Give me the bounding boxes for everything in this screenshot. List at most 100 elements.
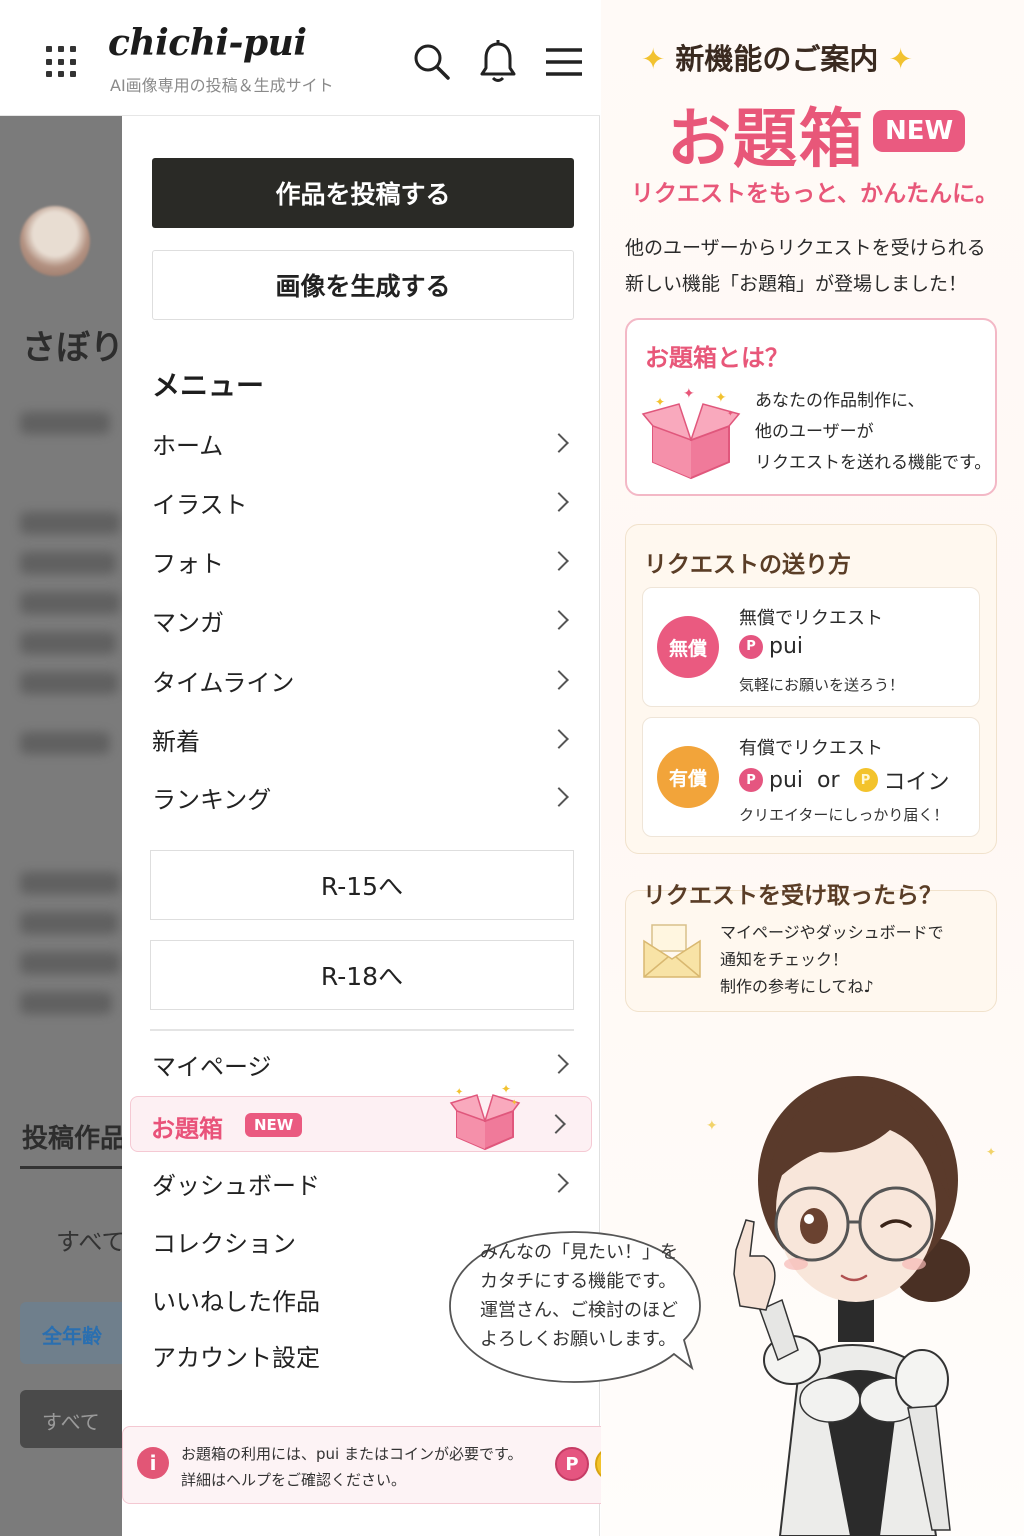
how-to-request-card: リクエストの送り方 無償 無償でリクエスト P pui 気軽にお願いを送ろう！ … — [625, 524, 997, 854]
chevron-right-icon — [546, 1114, 566, 1134]
blurred-text — [20, 912, 118, 934]
feature-description: 他のユーザーからリクエストを受けられる 新しい機能「お題箱」が登場しました！ — [625, 230, 986, 302]
section-underline — [20, 1166, 124, 1169]
notice-line: 詳細はヘルプをご確認ください。 — [181, 1471, 407, 1489]
currency-coin: コイン — [883, 770, 950, 795]
blurred-text — [20, 992, 112, 1014]
new-badge: NEW — [245, 1113, 303, 1137]
site-logo[interactable]: chichi-pui — [108, 22, 307, 64]
menu-item-label: 新着 — [152, 727, 200, 756]
info-icon: i — [137, 1447, 169, 1479]
menu-item-label: ダッシュボード — [152, 1171, 320, 1200]
svg-text:✦: ✦ — [683, 386, 695, 402]
currency-pui: pui — [769, 767, 804, 793]
bubble-line: みんなの「見たい！」を — [480, 1242, 678, 1263]
generate-image-button[interactable]: 画像を生成する — [152, 250, 574, 320]
free-request-note: 気軽にお願いを送ろう！ — [739, 676, 905, 694]
what-is-description: あなたの作品制作に、 他のユーザーが リクエストを送れる機能です。 — [755, 386, 991, 479]
r15-button[interactable]: R-15へ — [150, 850, 574, 920]
background-section-title: 投稿作品 — [22, 1124, 124, 1154]
odai-box-label: お題箱 — [151, 1115, 223, 1143]
post-artwork-button[interactable]: 作品を投稿する — [152, 158, 574, 228]
chevron-right-icon — [549, 492, 569, 512]
blurred-text — [20, 732, 110, 754]
svg-text:✦: ✦ — [706, 1118, 718, 1134]
gift-box-icon: ✦ ✦ ✦ ✦ — [641, 386, 741, 480]
or-text: or — [817, 767, 840, 793]
menu-item-photo[interactable]: フォト — [152, 536, 574, 586]
user-avatar — [20, 206, 90, 276]
site-tagline: AI画像専用の投稿＆生成サイト — [110, 76, 334, 95]
blurred-text — [20, 512, 120, 534]
menu-item-dashboard[interactable]: ダッシュボード — [152, 1158, 574, 1208]
menu-heading: メニュー — [152, 369, 265, 402]
background-tab-all: すべて — [56, 1228, 124, 1256]
menu-item-home[interactable]: ホーム — [152, 418, 574, 468]
search-icon[interactable] — [408, 38, 456, 86]
blurred-text — [20, 672, 118, 694]
sparkle-icon: ✦ — [888, 42, 913, 76]
paid-request-note: クリエイターにしっかり届く！ — [739, 806, 949, 824]
menu-item-account-settings[interactable]: アカウント設定 — [152, 1338, 320, 1373]
svg-text:✦: ✦ — [655, 395, 665, 409]
after-line: マイページやダッシュボードで — [720, 923, 944, 942]
new-badge: NEW — [873, 110, 966, 152]
what-is-card: お題箱とは？ ✦ ✦ ✦ ✦ あなたの作品制作に、 他のユーザーが リクエストを… — [625, 318, 997, 496]
menu-item-manga[interactable]: マンガ — [152, 595, 574, 645]
menu-item-label: マイページ — [152, 1052, 272, 1081]
pui-coin-icon: P — [739, 768, 763, 792]
hamburger-menu-icon[interactable] — [540, 38, 588, 86]
bubble-line: 運営さん、ご検討のほど — [480, 1300, 678, 1321]
how-to-request-title: リクエストの送り方 — [644, 552, 851, 578]
gold-coin-icon: P — [853, 768, 878, 792]
blurred-text — [20, 412, 110, 434]
blurred-text — [20, 592, 120, 614]
r18-button[interactable]: R-18へ — [150, 940, 574, 1010]
menu-item-liked-works[interactable]: いいねした作品 — [152, 1282, 320, 1317]
blurred-text — [20, 632, 116, 654]
menu-item-collection[interactable]: コレクション — [152, 1224, 296, 1259]
description-line: 新しい機能「お題箱」が登場しました！ — [625, 273, 968, 295]
currency-pui: pui — [769, 634, 804, 659]
what-is-title: お題箱とは？ — [645, 344, 789, 372]
feature-subtitle: リクエストをもっと、かんたんに。 — [631, 181, 999, 207]
menu-item-label: フォト — [152, 549, 224, 578]
after-line: 制作の参考にしてね♪ — [720, 977, 874, 996]
menu-item-new[interactable]: 新着 — [152, 714, 574, 764]
gift-box-icon: ✦ ✦ ✦ — [449, 1082, 521, 1151]
paid-request-label: 有償でリクエスト — [739, 738, 883, 759]
background-page-overlay[interactable]: さぼり 投稿作品 すべて 全年齢 すべて — [0, 116, 124, 1536]
svg-text:✦: ✦ — [727, 409, 734, 418]
site-header: chichi-pui AI画像専用の投稿＆生成サイト — [0, 0, 600, 116]
menu-item-label: ランキング — [152, 785, 272, 814]
mascot-character-illustration: ✦ ✦ — [706, 1076, 996, 1536]
chevron-right-icon — [549, 729, 569, 749]
background-user-name: さぼり — [22, 328, 124, 368]
apps-grid-icon[interactable] — [46, 46, 78, 78]
free-request-label: 無償でリクエスト — [739, 608, 883, 629]
after-line: 通知をチェック！ — [720, 950, 849, 969]
paid-badge: 有償 — [657, 746, 719, 808]
svg-text:✦: ✦ — [511, 1098, 518, 1107]
announcement-heading: ✦ 新機能のご案内 ✦ — [641, 36, 913, 78]
description-line: 他のユーザーからリクエストを受けられる — [625, 237, 986, 259]
chevron-right-icon — [549, 1173, 569, 1193]
menu-item-illust[interactable]: イラスト — [152, 477, 574, 527]
chevron-right-icon — [549, 610, 569, 630]
announcement-heading-text: 新機能のご案内 — [675, 42, 879, 76]
svg-text:✦: ✦ — [715, 390, 727, 406]
svg-text:✦: ✦ — [455, 1087, 463, 1098]
menu-item-odai-box[interactable]: お題箱 NEW ✦ ✦ ✦ — [130, 1082, 592, 1152]
menu-item-ranking[interactable]: ランキング — [152, 772, 574, 822]
menu-item-timeline[interactable]: タイムライン — [152, 655, 574, 705]
bubble-line: よろしくお願いします。 — [480, 1329, 677, 1350]
pui-coin-icon: P — [739, 634, 763, 659]
bell-icon[interactable] — [474, 38, 522, 86]
svg-text:✦: ✦ — [986, 1145, 996, 1159]
menu-item-label: ホーム — [152, 431, 224, 460]
chevron-right-icon — [549, 433, 569, 453]
what-is-line: リクエストを送れる機能です。 — [755, 453, 992, 473]
background-age-chip: 全年齢 — [20, 1302, 124, 1364]
pui-coin-icon: P — [555, 1447, 589, 1481]
menu-divider — [150, 1029, 574, 1031]
